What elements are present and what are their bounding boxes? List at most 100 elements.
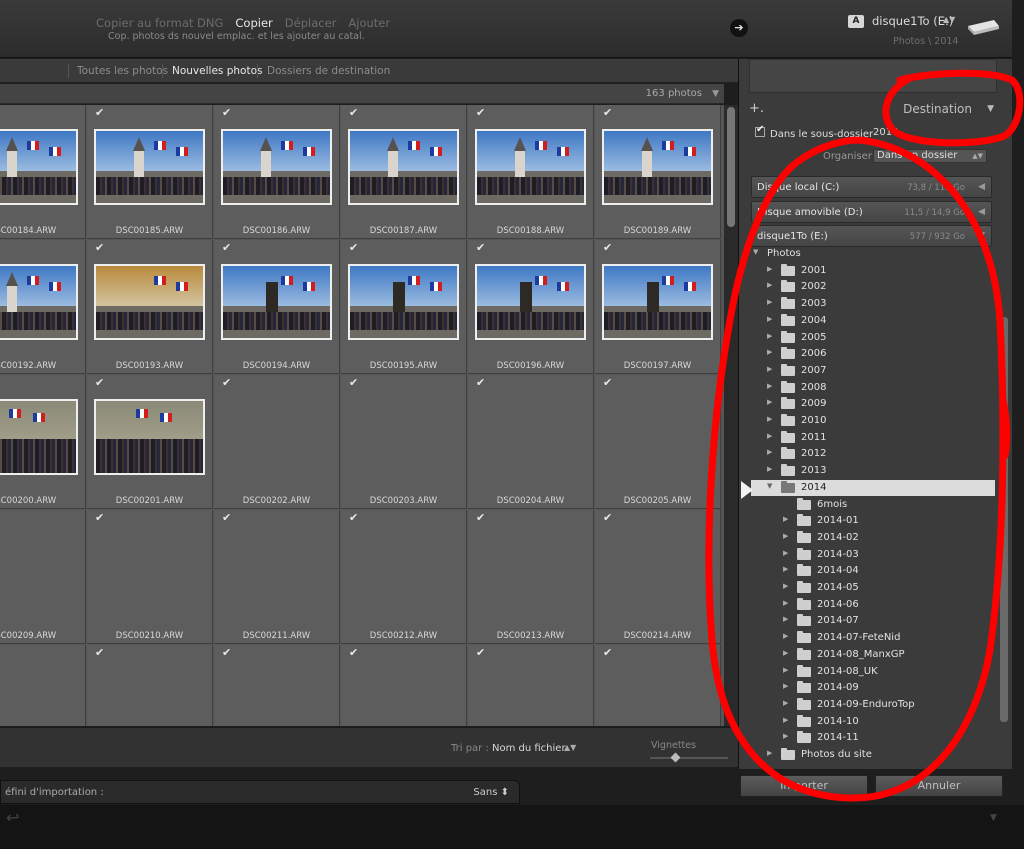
folder-row-subfolder[interactable]: ▶ 2014-04 bbox=[751, 563, 995, 579]
subfolder-checkbox[interactable]: Dans le sous-dossier bbox=[755, 124, 873, 140]
cancel-button[interactable]: Annuler bbox=[875, 775, 1003, 797]
volume-removable-d[interactable]: Disque amovible (D:) 11,5 / 14,9 Go ◀ bbox=[751, 201, 992, 223]
photo-cell[interactable] bbox=[214, 645, 340, 726]
folder-row-year[interactable]: ▶ 2005 bbox=[751, 330, 995, 346]
collapse-triangle-icon[interactable]: ▶ bbox=[767, 265, 772, 273]
checkbox-icon[interactable] bbox=[603, 376, 613, 389]
collapse-triangle-icon[interactable]: ▶ bbox=[767, 382, 772, 390]
folder-row-year[interactable]: ▶ 2007 bbox=[751, 363, 995, 379]
photo-thumbnail[interactable] bbox=[602, 264, 713, 340]
folder-row-year[interactable]: ▶ 2006 bbox=[751, 346, 995, 362]
photo-cell[interactable]: DSC00213.ARW bbox=[468, 510, 594, 644]
checkbox-icon[interactable] bbox=[476, 106, 486, 119]
folder-row-subfolder[interactable]: ▶ 2014-05 bbox=[751, 580, 995, 596]
photo-thumbnail[interactable] bbox=[0, 399, 78, 475]
expand-triangle-icon[interactable]: ▼ bbox=[978, 231, 985, 241]
folder-row-subfolder[interactable]: ▶ 2014-03 bbox=[751, 547, 995, 563]
collapse-triangle-icon[interactable]: ▶ bbox=[783, 532, 788, 540]
checkbox-icon[interactable] bbox=[222, 646, 232, 659]
checkbox-icon[interactable] bbox=[603, 646, 613, 659]
expand-triangle-icon[interactable]: ▼ bbox=[753, 248, 758, 256]
photo-cell[interactable]: DSC00201.ARW bbox=[87, 375, 213, 509]
folder-row-year[interactable]: ▶ 2011 bbox=[751, 430, 995, 446]
folder-row-subfolder[interactable]: ▶ 2014-08_ManxGP bbox=[751, 647, 995, 663]
collapse-triangle-icon[interactable]: ▶ bbox=[783, 632, 788, 640]
photo-thumbnail[interactable] bbox=[348, 264, 459, 340]
organize-selector[interactable]: Dans un dossier ▲▼ bbox=[873, 149, 987, 163]
checkbox-icon[interactable] bbox=[476, 241, 486, 254]
folder-row-subfolder[interactable]: ▶ 2014-07 bbox=[751, 613, 995, 629]
expand-triangle-icon[interactable]: ▼ bbox=[990, 813, 997, 823]
photo-cell[interactable]: DSC00202.ARW bbox=[214, 375, 340, 509]
checkbox-icon[interactable] bbox=[222, 241, 232, 254]
expand-triangle-icon[interactable]: ▼ bbox=[767, 482, 772, 490]
tab-all-photos[interactable]: Toutes les photos bbox=[77, 65, 168, 77]
photo-cell[interactable]: DSC00194.ARW bbox=[214, 240, 340, 374]
folder-row-subfolder[interactable]: ▶ 2014-07-FeteNid bbox=[751, 630, 995, 646]
photo-cell[interactable] bbox=[468, 645, 594, 726]
folder-row-subfolder[interactable]: ▶ 2014-11 bbox=[751, 730, 995, 746]
destination-drive-selector[interactable]: disque1To (E:) bbox=[872, 14, 953, 28]
tab-new-photos[interactable]: Nouvelles photos bbox=[172, 65, 262, 77]
plus-icon[interactable]: +. bbox=[749, 101, 764, 116]
collapse-triangle-icon[interactable]: ▶ bbox=[783, 549, 788, 557]
folder-tree-scrollbar[interactable] bbox=[1000, 317, 1008, 722]
folder-row-year[interactable]: ▶ 2008 bbox=[751, 380, 995, 396]
checkbox-icon[interactable] bbox=[349, 511, 359, 524]
collapse-triangle-icon[interactable]: ▶ bbox=[783, 565, 788, 573]
photo-thumbnail[interactable] bbox=[221, 264, 332, 340]
collapse-triangle-icon[interactable]: ▶ bbox=[783, 615, 788, 623]
collapse-triangle-icon[interactable]: ▶ bbox=[783, 599, 788, 607]
folder-row-year[interactable]: ▶ 2002 bbox=[751, 279, 995, 295]
photo-cell[interactable] bbox=[0, 645, 86, 726]
photo-thumbnail[interactable] bbox=[221, 129, 332, 205]
collapse-triangle-icon[interactable]: ▶ bbox=[783, 649, 788, 657]
photo-cell[interactable] bbox=[341, 645, 467, 726]
photo-cell[interactable]: DSC00209.ARW bbox=[0, 510, 86, 644]
grid-scrollbar[interactable] bbox=[724, 105, 738, 726]
photo-thumbnail[interactable] bbox=[94, 129, 205, 205]
photo-thumbnail[interactable] bbox=[94, 399, 205, 475]
photo-cell[interactable]: DSC00185.ARW bbox=[87, 105, 213, 239]
folder-row-year[interactable]: ▶ 2009 bbox=[751, 396, 995, 412]
checkbox-icon[interactable] bbox=[755, 124, 765, 137]
checkbox-icon[interactable] bbox=[349, 376, 359, 389]
checkbox-icon[interactable] bbox=[222, 376, 232, 389]
photo-cell[interactable]: DSC00205.ARW bbox=[595, 375, 721, 509]
folder-row-subfolder[interactable]: ▶ 2014-10 bbox=[751, 714, 995, 730]
checkbox-icon[interactable] bbox=[603, 106, 613, 119]
photo-cell[interactable]: DSC00189.ARW bbox=[595, 105, 721, 239]
photo-cell[interactable]: DSC00193.ARW bbox=[87, 240, 213, 374]
collapse-triangle-icon[interactable]: ▶ bbox=[767, 448, 772, 456]
photo-cell[interactable]: DSC00187.ARW bbox=[341, 105, 467, 239]
collapse-triangle-icon[interactable]: ▶ bbox=[767, 298, 772, 306]
photo-thumbnail[interactable] bbox=[475, 264, 586, 340]
photo-thumbnail[interactable] bbox=[0, 264, 78, 340]
checkbox-icon[interactable] bbox=[349, 646, 359, 659]
checkbox-icon[interactable] bbox=[95, 646, 105, 659]
checkbox-icon[interactable] bbox=[349, 106, 359, 119]
photo-cell[interactable]: DSC00210.ARW bbox=[87, 510, 213, 644]
collapse-triangle-icon[interactable]: ◀ bbox=[978, 207, 985, 217]
collapse-triangle-icon[interactable]: ◀ bbox=[978, 182, 985, 192]
checkbox-icon[interactable] bbox=[476, 646, 486, 659]
collapse-triangle-icon[interactable]: ▶ bbox=[767, 415, 772, 423]
folder-row-subfolder[interactable]: ▶ 2014-09 bbox=[751, 680, 995, 696]
mode-add[interactable]: Ajouter bbox=[348, 16, 390, 30]
collapse-triangle-icon[interactable]: ▶ bbox=[767, 749, 772, 757]
thumbnail-size-slider[interactable] bbox=[650, 757, 728, 759]
photo-cell[interactable]: DSC00203.ARW bbox=[341, 375, 467, 509]
collapse-triangle-icon[interactable]: ▶ bbox=[767, 315, 772, 323]
updown-icon[interactable]: ▲▼ bbox=[564, 743, 576, 752]
checkbox-icon[interactable] bbox=[222, 511, 232, 524]
folder-row-root[interactable]: ▼ Photos bbox=[751, 246, 995, 262]
panel-title[interactable]: Destination bbox=[903, 102, 972, 116]
checkbox-icon[interactable] bbox=[95, 106, 105, 119]
folder-row-subfolder[interactable]: ▶ 2014-08_UK bbox=[751, 664, 995, 680]
collapse-triangle-icon[interactable]: ▶ bbox=[783, 666, 788, 674]
collapse-triangle-icon[interactable]: ▶ bbox=[767, 398, 772, 406]
folder-row-subfolder[interactable]: ▶ 2014-06 bbox=[751, 597, 995, 613]
updown-icon[interactable]: ▲▼ bbox=[943, 15, 955, 24]
photo-cell[interactable]: DSC00200.ARW bbox=[0, 375, 86, 509]
collapse-triangle-icon[interactable]: ▶ bbox=[767, 348, 772, 356]
